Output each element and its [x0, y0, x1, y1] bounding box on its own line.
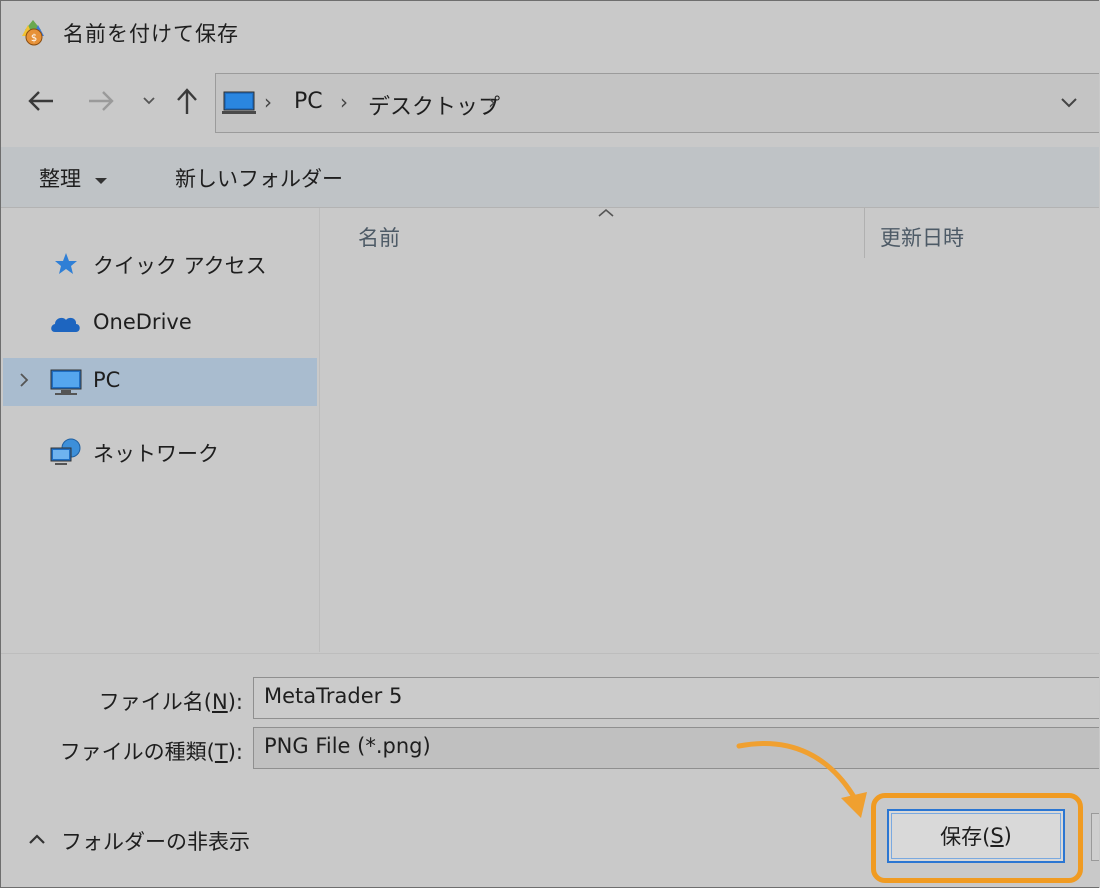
hide-folders-label: フォルダーの非表示 — [61, 830, 250, 854]
up-button[interactable] — [171, 85, 203, 117]
address-bar[interactable]: › PC › デスクトップ › — [215, 73, 1099, 133]
sidebar-item-network[interactable]: ネットワーク — [3, 428, 317, 476]
filename-input[interactable]: MetaTrader 5 — [253, 677, 1099, 719]
save-button[interactable]: 保存(S) — [887, 809, 1065, 863]
filetype-label-suffix: ): — [227, 740, 243, 764]
filetype-select[interactable]: PNG File (*.png) — [253, 727, 1099, 769]
network-icon — [50, 438, 81, 465]
filename-label: ファイル名(N): — [99, 686, 243, 716]
pointer-arrow-icon — [736, 741, 867, 818]
save-mnemonic: S — [990, 824, 1004, 848]
file-list[interactable]: 名前 更新日時 — [320, 208, 1099, 652]
command-toolbar: 整理 新しいフォルダー — [1, 147, 1099, 208]
sidebar-item-onedrive[interactable]: OneDrive — [3, 300, 317, 348]
back-arrow-icon — [28, 91, 53, 111]
filetype-label: ファイルの種類(T): — [60, 736, 243, 766]
sidebar-item-label: PC — [93, 368, 121, 392]
back-button[interactable] — [25, 85, 57, 117]
breadcrumb-pc[interactable]: PC — [294, 89, 323, 114]
address-dropdown-icon[interactable] — [1058, 92, 1080, 112]
filename-label-text: ファイル名( — [98, 690, 212, 714]
column-divider[interactable] — [864, 208, 865, 258]
sidebar-item-pc[interactable]: PC — [3, 358, 317, 406]
breadcrumb-desktop[interactable]: デスクトップ — [368, 89, 500, 121]
sidebar-item-quick-access[interactable]: クイック アクセス — [3, 240, 317, 288]
window-title: 名前を付けて保存 — [63, 22, 239, 46]
save-as-dialog: $ 名前を付けて保存 › PC › デスクトップ › 整理 新しいフォルダー ク… — [0, 0, 1099, 888]
sidebar-item-label: ネットワーク — [93, 442, 219, 466]
pc-icon — [222, 91, 256, 114]
organize-button[interactable]: 整理 — [39, 163, 108, 193]
star-icon — [55, 253, 77, 274]
cloud-icon — [51, 317, 80, 332]
column-header-modified[interactable]: 更新日時 — [880, 222, 964, 252]
cancel-button[interactable] — [1091, 813, 1099, 861]
filename-mnemonic: N — [212, 690, 228, 714]
sidebar-item-label: クイック アクセス — [93, 254, 267, 278]
recent-locations-button[interactable] — [133, 85, 165, 117]
svg-text:$: $ — [31, 33, 37, 44]
up-arrow-icon — [177, 88, 197, 114]
breadcrumb-separator: › — [340, 90, 348, 114]
chevron-right-icon[interactable] — [17, 370, 31, 390]
breadcrumb-separator: › — [264, 90, 272, 114]
navigation-pane: クイック アクセス OneDrive PC ネットワーク — [3, 208, 320, 652]
filetype-value: PNG File (*.png) — [264, 734, 431, 758]
navigation-bar: › PC › デスクトップ › — [1, 65, 1099, 141]
forward-arrow-icon — [89, 91, 114, 111]
title-bar: $ 名前を付けて保存 — [1, 1, 1099, 63]
filetype-label-text: ファイルの種類( — [59, 740, 215, 764]
monitor-icon — [50, 369, 82, 395]
breadcrumb-separator: › — [488, 90, 496, 114]
metatrader-app-icon: $ — [22, 20, 44, 46]
caret-down-icon — [94, 178, 107, 184]
organize-label: 整理 — [39, 167, 81, 191]
forward-button[interactable] — [85, 85, 117, 117]
filetype-mnemonic: T — [214, 740, 228, 764]
column-header-name[interactable]: 名前 — [358, 222, 400, 252]
filename-value: MetaTrader 5 — [264, 684, 403, 708]
new-folder-button[interactable]: 新しいフォルダー — [175, 163, 343, 193]
save-label-suffix: ) — [1003, 824, 1012, 848]
sidebar-item-label: OneDrive — [93, 310, 192, 334]
filename-label-suffix: ): — [227, 690, 243, 714]
save-label: 保存( — [940, 825, 991, 849]
sort-ascending-icon — [598, 208, 614, 217]
chevron-up-icon — [29, 834, 45, 844]
chevron-down-icon — [143, 97, 155, 105]
